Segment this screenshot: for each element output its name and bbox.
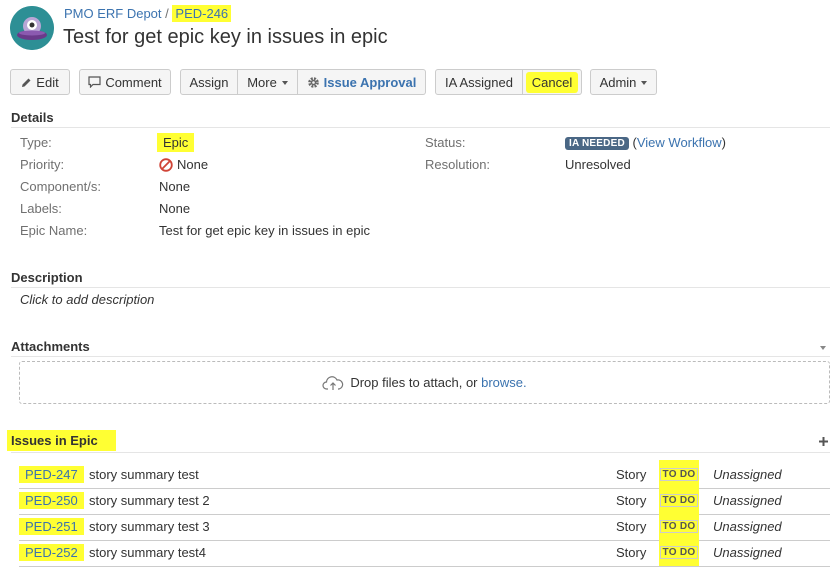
- details-heading[interactable]: Details: [11, 110, 54, 125]
- issue-type: Story: [616, 545, 647, 560]
- admin-dropdown-label: Admin: [599, 74, 637, 90]
- issue-key-link[interactable]: PED-247: [19, 466, 84, 483]
- details-divider: [11, 127, 830, 128]
- priority-none-icon: [159, 157, 173, 172]
- status-value: IA NEEDED (View Workflow): [565, 135, 726, 150]
- issue-approval-label: Issue Approval: [323, 74, 417, 90]
- view-workflow-paren-close: ): [721, 135, 726, 150]
- issue-status: TO DO: [659, 460, 699, 488]
- priority-value-text: None: [177, 157, 209, 172]
- description-divider: [11, 287, 830, 288]
- comment-icon: [88, 76, 101, 88]
- resolution-value: Unresolved: [565, 157, 631, 172]
- ia-assigned-button[interactable]: IA Assigned: [435, 69, 523, 95]
- attachments-heading[interactable]: Attachments: [11, 339, 90, 354]
- issue-key-link[interactable]: PED-250: [19, 492, 84, 509]
- cancel-button[interactable]: Cancel: [523, 69, 582, 95]
- edit-button-label: Edit: [36, 74, 59, 90]
- issue-key-link[interactable]: PED-251: [19, 518, 84, 535]
- issue-assignee: Unassigned: [713, 493, 782, 508]
- components-value: None: [159, 179, 191, 194]
- issues-in-epic-heading[interactable]: Issues in Epic: [7, 430, 116, 451]
- breadcrumb-project-link[interactable]: PMO ERF Depot: [64, 6, 162, 21]
- status-lozenge: TO DO: [659, 467, 699, 481]
- issue-status: TO DO: [659, 486, 699, 514]
- epic-name-value[interactable]: Test for get epic key in issues in epic: [159, 223, 370, 238]
- type-value: Epic: [157, 133, 195, 152]
- comment-button-label: Comment: [105, 74, 162, 90]
- labels-label: Labels:: [20, 201, 62, 216]
- more-dropdown[interactable]: More: [238, 69, 298, 95]
- cloud-upload-icon: [322, 375, 344, 391]
- add-issue-plus-icon[interactable]: [818, 435, 829, 446]
- status-badge: IA NEEDED: [565, 137, 629, 150]
- attachments-divider: [11, 356, 830, 357]
- description-heading[interactable]: Description: [11, 270, 83, 285]
- issue-summary[interactable]: story summary test4: [89, 545, 206, 560]
- description-placeholder[interactable]: Click to add description: [20, 292, 154, 307]
- priority-value: None: [159, 157, 208, 172]
- breadcrumb: PMO ERF Depot / PED-246: [64, 5, 232, 22]
- issue-assignee: Unassigned: [713, 519, 782, 534]
- issue-key-link[interactable]: PED-252: [19, 544, 84, 561]
- issues-divider: [11, 452, 830, 453]
- issue-type: Story: [616, 519, 647, 534]
- issue-type: Story: [616, 467, 647, 482]
- issue-summary[interactable]: story summary test: [89, 467, 199, 482]
- issue-row[interactable]: PED-251 story summary test 3 Story TO DO…: [19, 512, 830, 541]
- edit-button[interactable]: Edit: [10, 69, 70, 95]
- issue-status: TO DO: [659, 538, 699, 566]
- breadcrumb-separator: /: [165, 6, 169, 21]
- issue-row[interactable]: PED-250 story summary test 2 Story TO DO…: [19, 486, 830, 515]
- more-dropdown-label: More: [247, 74, 277, 90]
- type-label: Type:: [20, 135, 52, 150]
- assign-button[interactable]: Assign: [180, 69, 238, 95]
- assign-button-label: Assign: [189, 74, 229, 90]
- dropzone-text: Drop files to attach, or: [350, 375, 478, 390]
- components-label: Component/s:: [20, 179, 101, 194]
- status-lozenge: TO DO: [659, 519, 699, 533]
- issue-summary[interactable]: story summary test 2: [89, 493, 210, 508]
- attachment-dropzone[interactable]: Drop files to attach, or browse.: [19, 361, 830, 404]
- issue-approval-button[interactable]: Issue Approval: [298, 69, 426, 95]
- issue-summary[interactable]: story summary test 3: [89, 519, 210, 534]
- pencil-icon: [21, 77, 32, 88]
- gear-icon: [307, 76, 320, 89]
- status-label: Status:: [425, 135, 466, 150]
- epic-name-label: Epic Name:: [20, 223, 88, 238]
- labels-value[interactable]: None: [159, 201, 190, 216]
- resolution-label: Resolution:: [425, 157, 491, 172]
- issue-row[interactable]: PED-252 story summary test4 Story TO DO …: [19, 538, 830, 567]
- page-title[interactable]: Test for get epic key in issues in epic: [63, 26, 388, 49]
- admin-dropdown[interactable]: Admin: [590, 69, 657, 95]
- priority-label: Priority:: [20, 157, 65, 172]
- issue-type: Story: [616, 493, 647, 508]
- chevron-down-icon: [281, 81, 288, 85]
- chevron-down-icon[interactable]: [820, 346, 826, 350]
- status-lozenge: TO DO: [659, 545, 699, 559]
- chevron-down-icon: [641, 81, 648, 85]
- alien-ufo-icon: [10, 6, 54, 50]
- ia-assigned-label: IA Assigned: [445, 74, 513, 90]
- view-workflow-link[interactable]: View Workflow: [637, 135, 722, 150]
- browse-link[interactable]: browse.: [481, 375, 527, 390]
- status-lozenge: TO DO: [659, 493, 699, 507]
- issue-assignee: Unassigned: [713, 545, 782, 560]
- cancel-button-label: Cancel: [525, 71, 579, 93]
- issue-assignee: Unassigned: [713, 467, 782, 482]
- breadcrumb-issue-key[interactable]: PED-246: [172, 5, 232, 22]
- project-avatar[interactable]: [10, 6, 54, 50]
- comment-button[interactable]: Comment: [79, 69, 171, 95]
- issue-status: TO DO: [659, 512, 699, 540]
- issue-row[interactable]: PED-247 story summary test Story TO DO U…: [19, 460, 830, 489]
